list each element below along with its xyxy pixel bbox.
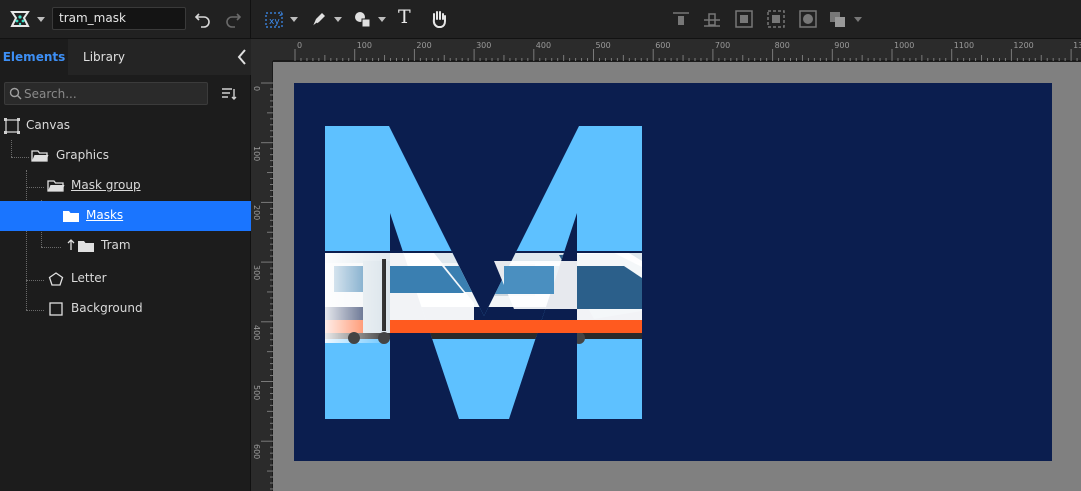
tram-outside-mask — [390, 253, 642, 333]
tab-elements[interactable]: Elements — [0, 39, 68, 75]
transform-chevron-down-icon[interactable] — [290, 17, 298, 22]
align-middle-icon[interactable] — [701, 8, 723, 30]
ruler-tick-label: 600 — [655, 41, 671, 50]
transform-xy-icon[interactable]: xy 2 — [264, 8, 286, 30]
folder-open-icon — [47, 178, 65, 194]
panel-tabs: Elements Library — [0, 39, 251, 75]
pen-chevron-down-icon[interactable] — [334, 17, 342, 22]
align-top-icon[interactable] — [670, 8, 692, 30]
layer-search — [4, 82, 208, 105]
layer-row-canvas[interactable]: Canvas — [0, 111, 251, 141]
ruler-tick-label: 800 — [774, 41, 790, 50]
top-toolbar: tram_mask xy 2 T — [0, 0, 1081, 39]
ruler-tick-label: 100 — [252, 145, 261, 161]
layer-label: Background — [71, 301, 143, 315]
search-input[interactable] — [24, 84, 204, 103]
layer-label: Graphics — [56, 148, 109, 162]
artboard-artwork — [325, 126, 642, 419]
shapes-icon[interactable] — [352, 8, 374, 30]
ungroup-icon[interactable] — [765, 8, 787, 30]
layer-label: Tram — [101, 238, 131, 252]
layer-row-mask-group[interactable]: Mask group — [0, 171, 251, 201]
artboard-icon — [3, 118, 21, 134]
layer-row-masks[interactable]: Masks — [0, 201, 251, 231]
undo-icon[interactable] — [192, 8, 214, 30]
tab-library[interactable]: Library — [68, 39, 140, 75]
svg-text:2: 2 — [279, 11, 283, 18]
layer-label: Mask group — [71, 178, 141, 192]
text-tool-icon[interactable]: T — [398, 6, 411, 28]
pentagon-icon — [47, 271, 65, 287]
ruler-tick-label: 200 — [252, 205, 261, 221]
layer-row-graphics[interactable]: Graphics — [0, 141, 251, 171]
ruler-tick-label: 300 — [252, 265, 261, 281]
redo-icon[interactable] — [222, 8, 244, 30]
folder-icon — [77, 238, 95, 254]
folder-icon — [62, 208, 80, 224]
app-logo-icon[interactable] — [8, 9, 32, 29]
vertical-ruler: 0 100 200 300 400 500 600 — [251, 61, 273, 491]
ruler-tick-label: 200 — [416, 41, 432, 50]
ruler-tick-label: 500 — [595, 41, 611, 50]
folder-open-icon — [31, 148, 49, 164]
ruler-tick-label: 600 — [252, 444, 261, 460]
collapse-panel-chevron-left-icon[interactable] — [234, 47, 250, 67]
document-name-field[interactable]: tram_mask — [52, 7, 186, 30]
svg-text:xy: xy — [269, 17, 280, 27]
ruler-tick-label: 1300 — [1073, 41, 1081, 50]
boolean-icon[interactable] — [827, 8, 849, 30]
layer-label: Letter — [71, 271, 107, 285]
pen-tool-icon[interactable] — [308, 8, 330, 30]
ruler-tick-label: 1200 — [1013, 41, 1034, 50]
layer-row-tram[interactable]: Tram — [0, 231, 251, 261]
layer-label: Masks — [86, 208, 124, 222]
ruler-tick-label: 900 — [834, 41, 850, 50]
search-icon — [9, 87, 22, 100]
logo-menu-chevron-down-icon[interactable] — [37, 17, 45, 22]
ruler-corner — [251, 39, 273, 61]
mask-link-icon — [66, 238, 76, 254]
ruler-tick-label: 0 — [252, 86, 261, 92]
shapes-chevron-down-icon[interactable] — [378, 17, 386, 22]
ruler-tick-label: 500 — [252, 384, 261, 400]
layer-row-background[interactable]: Background — [0, 294, 251, 324]
ruler-tick-label: 400 — [535, 41, 552, 50]
hand-icon[interactable] — [428, 8, 450, 30]
artboard[interactable] — [294, 83, 1052, 461]
layer-label: Canvas — [26, 118, 71, 132]
horizontal-ruler: 0 100 200 300 400 500 600 700 800 900 1000 1100 1200… — [251, 39, 1081, 61]
ruler-tick-label: 700 — [714, 41, 731, 50]
mask-icon[interactable] — [797, 8, 819, 30]
ruler-tick-label: 1100 — [953, 41, 975, 50]
toolbar-divider — [250, 0, 251, 39]
layer-row-letter[interactable]: Letter — [0, 264, 251, 294]
sort-list-icon[interactable] — [221, 87, 237, 101]
boolean-chevron-down-icon[interactable] — [854, 17, 862, 22]
ruler-tick-label: 0 — [297, 41, 303, 50]
square-icon — [47, 301, 65, 317]
ruler-tick-label: 1000 — [894, 41, 915, 50]
group-icon[interactable] — [733, 8, 755, 30]
ruler-tick-label: 300 — [476, 41, 492, 50]
elements-panel: Elements Library Canvas Graphics — [0, 39, 251, 491]
ruler-tick-label: 400 — [252, 324, 261, 341]
ruler-tick-label: 100 — [356, 41, 372, 50]
